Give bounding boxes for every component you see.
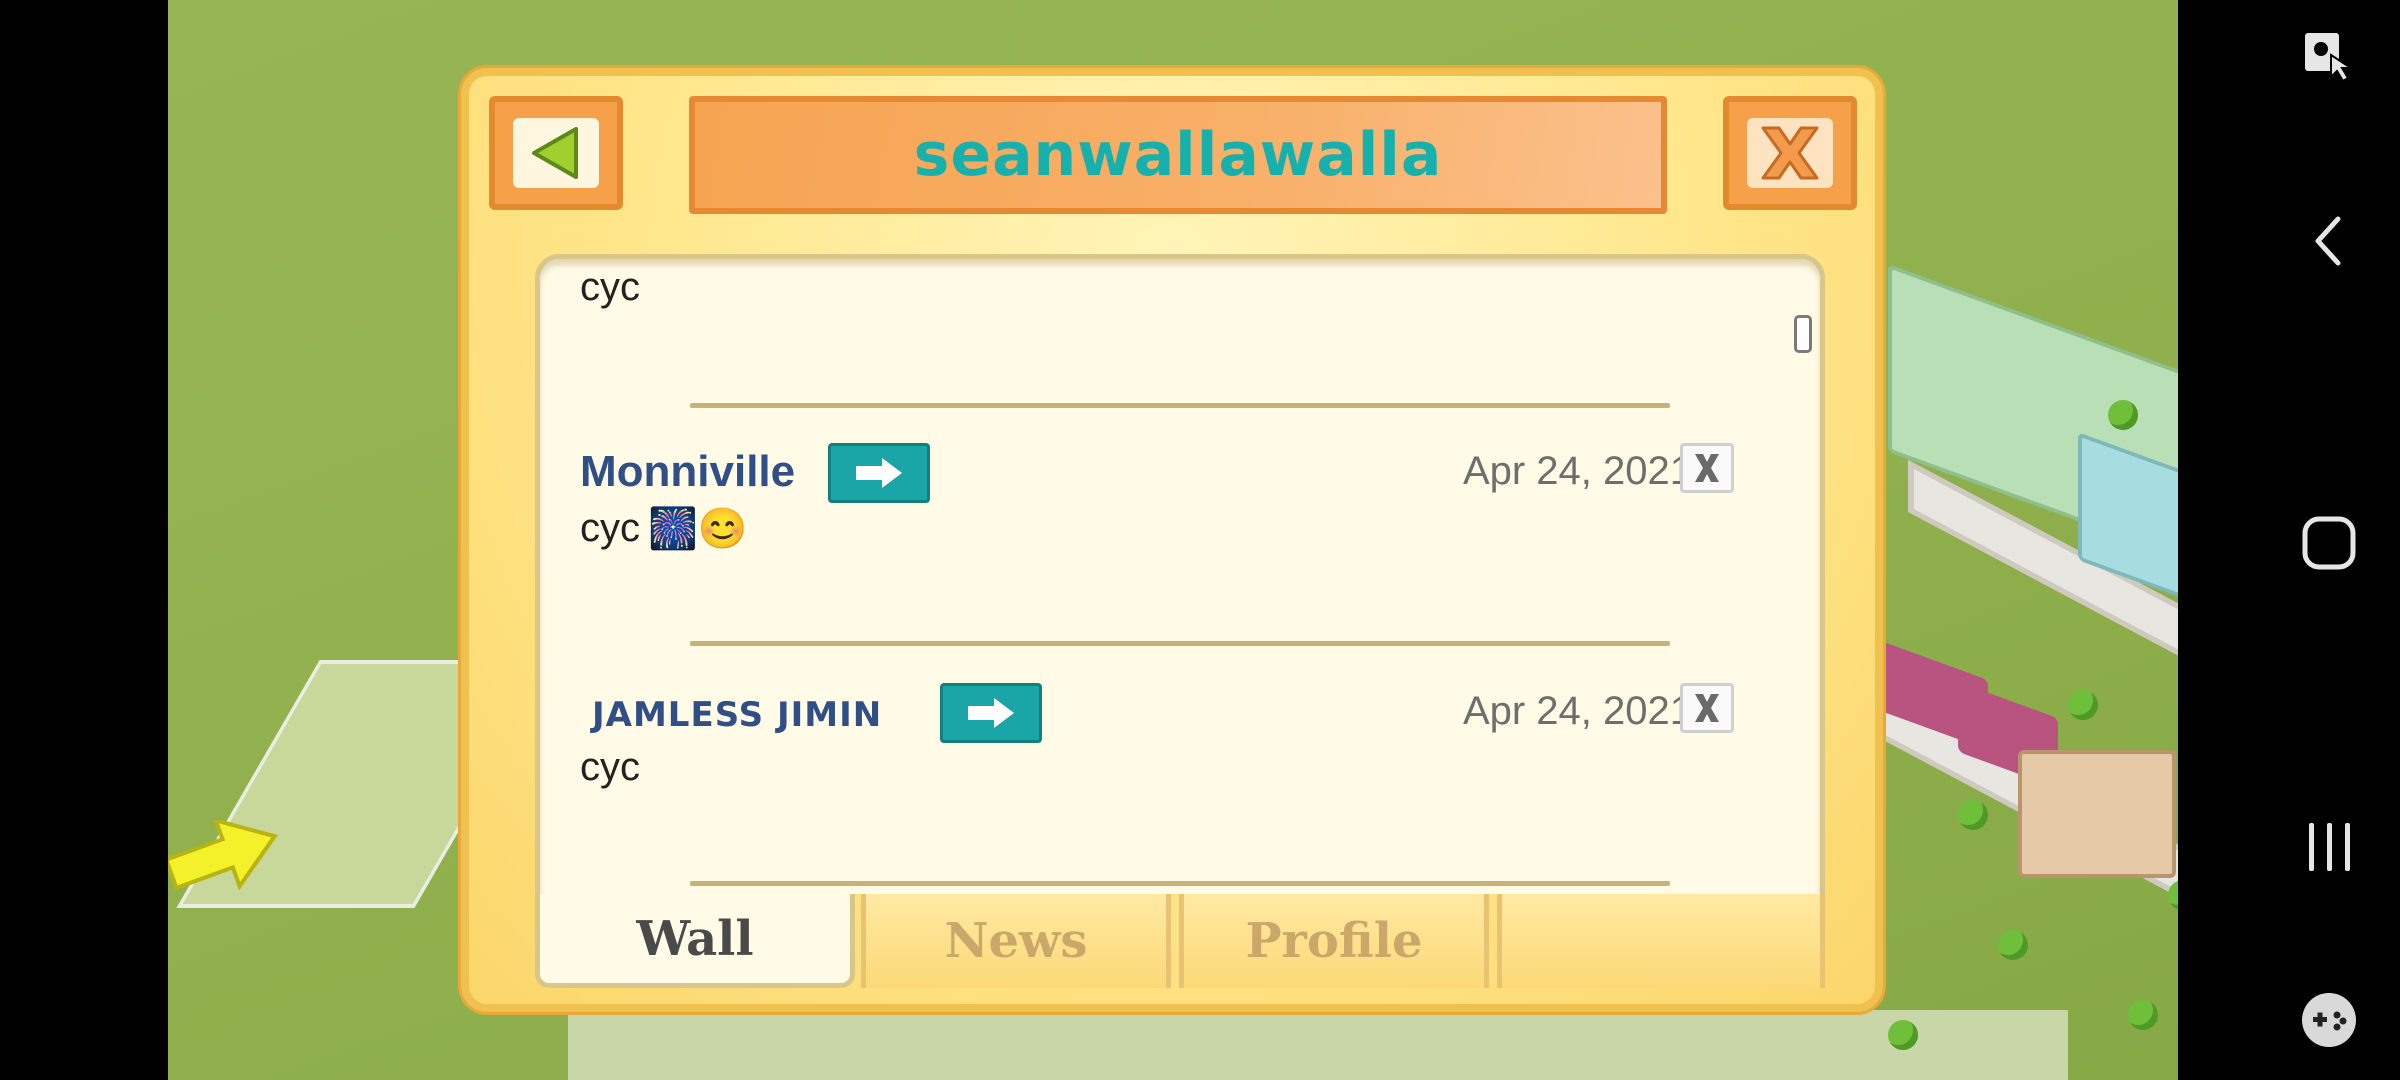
post-author[interactable]: JAMLESS JIMIN — [592, 695, 882, 735]
post-emoji: 🎆😊 — [648, 507, 748, 551]
close-button[interactable] — [1723, 96, 1857, 210]
post-text: cyc — [580, 506, 640, 550]
wall-feed[interactable]: cyc Monniville Apr 24, 2021 cyc 🎆😊 JAMLE… — [535, 254, 1825, 894]
player-wall-dialog: seanwallawalla cyc Monniville Apr 24, 20… — [461, 68, 1883, 1012]
delete-x-icon — [1695, 454, 1719, 482]
city-row-bottom — [568, 1010, 2068, 1080]
back-button[interactable] — [489, 96, 623, 210]
post-divider — [690, 641, 1670, 646]
scrollbar-thumb[interactable] — [1794, 315, 1812, 353]
post-message: cyc — [580, 745, 640, 790]
title-bar: seanwallawalla — [689, 96, 1667, 214]
system-navigation-bar — [2178, 0, 2400, 1080]
tab-profile[interactable]: Profile — [1179, 894, 1489, 988]
post-text: cyc — [580, 745, 640, 789]
delete-post-button[interactable] — [1680, 683, 1734, 733]
home-nav-icon[interactable] — [2294, 508, 2364, 578]
back-arrow-icon — [532, 127, 578, 179]
screen-pin-icon[interactable] — [2294, 20, 2364, 90]
right-arrow-icon — [968, 698, 1014, 728]
tab-empty[interactable] — [1497, 894, 1825, 988]
delete-x-icon — [1695, 694, 1719, 722]
visit-button[interactable] — [828, 443, 930, 503]
tab-wall[interactable]: Wall — [535, 894, 855, 988]
post-divider — [690, 881, 1670, 886]
game-tools-icon[interactable] — [2294, 985, 2364, 1055]
direction-arrow-icon — [168, 820, 278, 890]
recents-nav-icon[interactable] — [2294, 812, 2364, 882]
visit-button[interactable] — [940, 683, 1042, 743]
close-x-icon — [1761, 126, 1819, 180]
tab-news[interactable]: News — [861, 894, 1171, 988]
player-name-title: seanwallawalla — [913, 120, 1443, 190]
post-text: cyc — [580, 265, 640, 309]
post-date: Apr 24, 2021 — [1462, 449, 1692, 493]
post-author[interactable]: Monniville — [580, 447, 795, 497]
back-nav-icon[interactable] — [2294, 206, 2364, 276]
right-arrow-icon — [856, 458, 902, 488]
post-date: Apr 24, 2021 — [1462, 689, 1692, 733]
post-divider — [690, 403, 1670, 408]
delete-post-button[interactable] — [1680, 443, 1734, 493]
city-block-right — [1868, 263, 2178, 1080]
post-message: cyc 🎆😊 — [580, 505, 748, 552]
